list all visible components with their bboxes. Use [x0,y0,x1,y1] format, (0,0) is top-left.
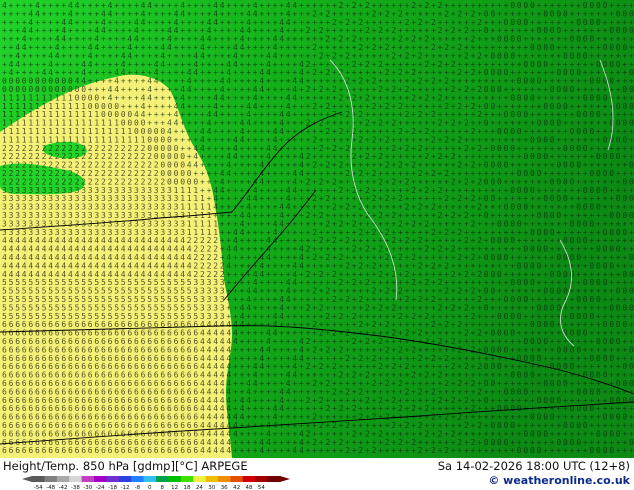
weather-map-frame: 4 + + + +4 + + + +4 4 + + + +4 + + + +4 4 + + + +4 + + + +4 4 + + + +4 +… [0,0,634,490]
map-panel: 4 + + + +4 + + + +4 4 + + + +4 + + + +4 4 + + + +4 + + + +4 4 + + + +4 +… [0,0,634,458]
temperature-map: 4 + + + +4 + + + +4 4 + + + +4 + + + +4 4 + + + +4 + + + +4 4 + + + +4 +… [0,0,634,458]
isotherm-digit-grid: 4 + + + +4 + + + +4 4 + + + +4 + + + +4 4 + + + +4 + + + +4 4 + + + +4 +… [2,1,634,455]
